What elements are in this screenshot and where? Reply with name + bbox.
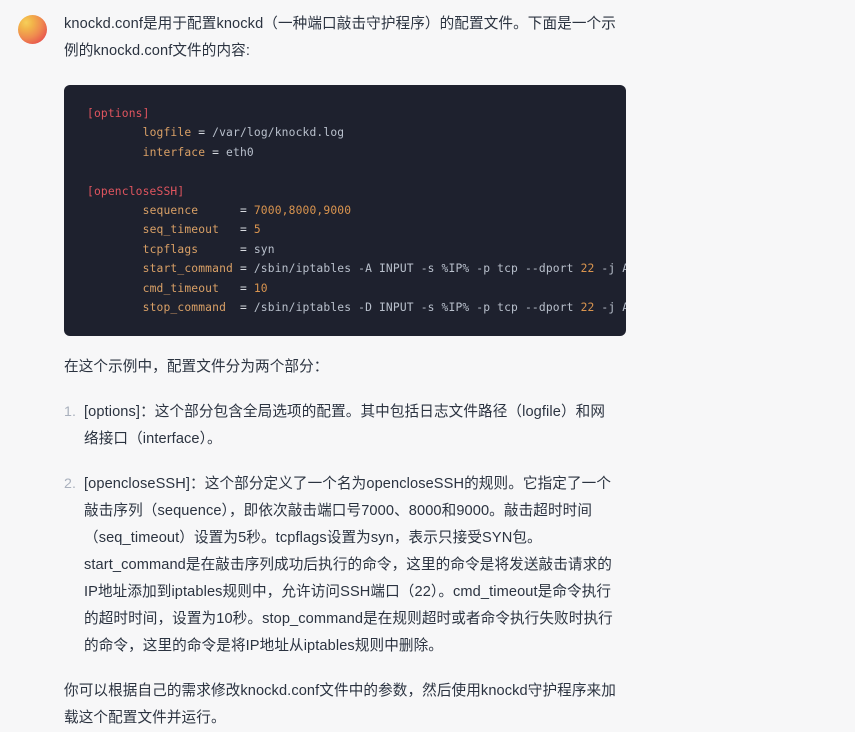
code-value-interface: eth0 (226, 145, 254, 159)
intro-paragraph: knockd.conf是用于配置knockd（一种端口敲击守护程序）的配置文件。… (64, 16, 616, 59)
code-block-content[interactable]: [options] logfile = /var/log/knockd.log … (64, 104, 626, 317)
code-key-interface: interface (142, 145, 206, 159)
config-sections-list: [options]：这个部分包含全局选项的配置。其中包括日志文件路径（logfi… (64, 399, 617, 660)
code-key-stop-command: stop_command (142, 301, 233, 315)
code-operator: = (239, 223, 247, 237)
code-value-start-command: /sbin/iptables -A INPUT -s %IP% -p tcp -… (253, 262, 626, 276)
code-value-stop-command: /sbin/iptables -D INPUT -s %IP% -p tcp -… (253, 301, 626, 315)
code-value-seq-timeout: 5 (253, 223, 261, 237)
after-code-paragraph: 在这个示例中，配置文件分为两个部分： (64, 359, 329, 376)
code-value-logfile: /var/log/knockd.log (212, 126, 345, 140)
code-key-sequence: sequence (142, 204, 233, 218)
code-value-cmd-timeout: 10 (253, 281, 268, 295)
code-operator: = (239, 262, 247, 276)
list-item: [options]：这个部分包含全局选项的配置。其中包括日志文件路径（logfi… (64, 399, 606, 448)
code-operator: = (239, 281, 247, 295)
code-key-tcpflags: tcpflags (142, 242, 233, 256)
code-section-openclosessh: [opencloseSSH] (87, 184, 185, 198)
closing-paragraph: 你可以根据自己的需求修改knockd.conf文件中的参数，然后使用knockd… (64, 683, 616, 727)
code-key-start-command: start_command (142, 262, 233, 276)
assistant-message: knockd.conf是用于配置knockd（一种端口敲击守护程序）的配置文件。… (0, 0, 855, 732)
code-section-options: [options] (87, 107, 150, 120)
code-key-logfile: logfile (142, 126, 192, 140)
code-block[interactable]: [options] logfile = /var/log/knockd.log … (64, 85, 626, 337)
avatar-column (0, 11, 47, 44)
code-value-sequence: 7000,8000,9000 (253, 204, 352, 218)
list-item: [opencloseSSH]：这个部分定义了一个名为opencloseSSH的规… (64, 471, 613, 655)
code-key-seq-timeout: seq_timeout (142, 223, 233, 237)
code-operator: = (239, 242, 247, 256)
code-operator: = (239, 204, 247, 218)
code-operator: = (212, 145, 220, 159)
message-content: knockd.conf是用于配置knockd（一种端口敲击守护程序）的配置文件。… (47, 11, 626, 732)
code-key-cmd-timeout: cmd_timeout (142, 281, 233, 295)
code-value-tcpflags: syn (253, 242, 275, 256)
code-operator: = (198, 126, 206, 140)
code-operator: = (239, 301, 247, 315)
assistant-avatar (18, 15, 47, 44)
